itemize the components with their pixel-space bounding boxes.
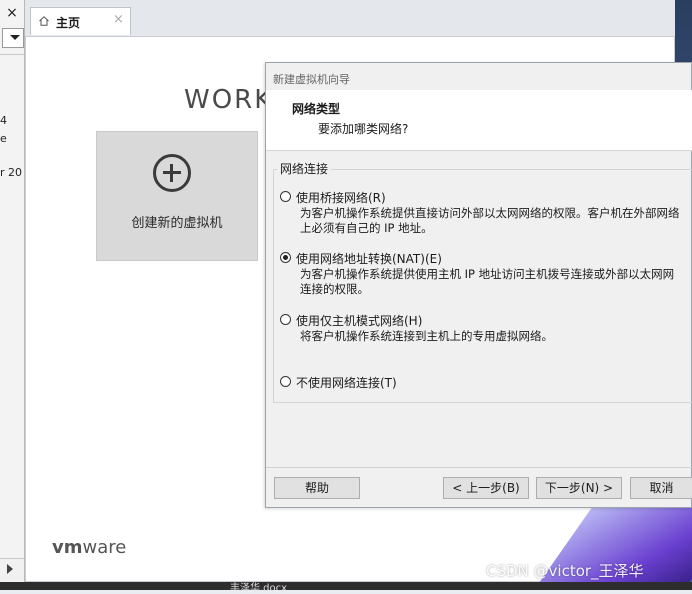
taskbar (0, 582, 692, 590)
footer-divider (266, 467, 692, 468)
option-description: 为客户机操作系统提供直接访问外部以太网网络的权限。客户机在外部网络 上必须有自己的… (300, 206, 680, 235)
dialog-title: 新建虚拟机向导 (273, 73, 350, 86)
radio-bridged[interactable] (280, 191, 291, 202)
left-dropdown[interactable] (2, 28, 24, 48)
radio-nat[interactable] (280, 252, 291, 263)
radio-host-only[interactable] (280, 314, 291, 325)
next-button[interactable]: 下一步(N) > (536, 477, 622, 499)
left-text-3: r 20 (0, 166, 23, 179)
left-panel: × 4 e r 20 (0, 0, 25, 590)
create-vm-button[interactable]: 创建新的虚拟机 (96, 131, 258, 261)
dialog-header: 网络类型 要添加哪类网络? (266, 90, 692, 151)
tab-close-icon[interactable]: × (113, 12, 124, 27)
left-text-1: 4 (0, 114, 7, 127)
cancel-button[interactable]: 取消 (630, 477, 692, 499)
help-button[interactable]: 帮助 (274, 477, 360, 499)
group-label: 网络连接 (277, 160, 332, 177)
vmware-logo: vmware (52, 537, 127, 558)
new-vm-wizard-dialog: 新建虚拟机向导 网络类型 要添加哪类网络? 网络连接 使用桥接网络(R) 为客户… (265, 62, 692, 508)
chevron-down-icon (10, 35, 20, 40)
tab-label: 主页 (56, 16, 81, 30)
option-label: 使用网络地址转换(NAT)(E) (296, 252, 442, 266)
radio-no-network[interactable] (280, 376, 291, 387)
tab-bar: 主页 × (25, 0, 675, 36)
page-title: WORK (184, 85, 274, 115)
home-icon (39, 16, 49, 26)
dialog-header-subtitle: 要添加哪类网络? (318, 122, 409, 136)
tab-home[interactable]: 主页 × (30, 7, 131, 35)
create-vm-label: 创建新的虚拟机 (131, 216, 223, 231)
horizontal-scrollbar[interactable] (0, 558, 24, 581)
option-label: 不使用网络连接(T) (296, 376, 397, 390)
taskbar-item[interactable]: 丰泽华.docx (230, 579, 287, 594)
option-description: 将客户机操作系统连接到主机上的专用虚拟网络。 (300, 329, 553, 343)
option-label: 使用仅主机模式网络(H) (296, 314, 423, 328)
option-label: 使用桥接网络(R) (296, 191, 386, 205)
chevron-right-icon (7, 564, 13, 574)
watermark: CSDN @victor_王泽华 (486, 562, 644, 580)
left-text-2: e (0, 132, 7, 145)
option-description: 为客户机操作系统提供使用主机 IP 地址访问主机拨号连接或外部以太网网 连接的权限… (300, 267, 675, 296)
divider (0, 54, 24, 55)
left-close-button[interactable]: × (0, 0, 24, 26)
back-button[interactable]: < 上一步(B) (443, 477, 529, 499)
dialog-header-title: 网络类型 (292, 102, 341, 116)
plus-circle-icon (153, 154, 191, 192)
